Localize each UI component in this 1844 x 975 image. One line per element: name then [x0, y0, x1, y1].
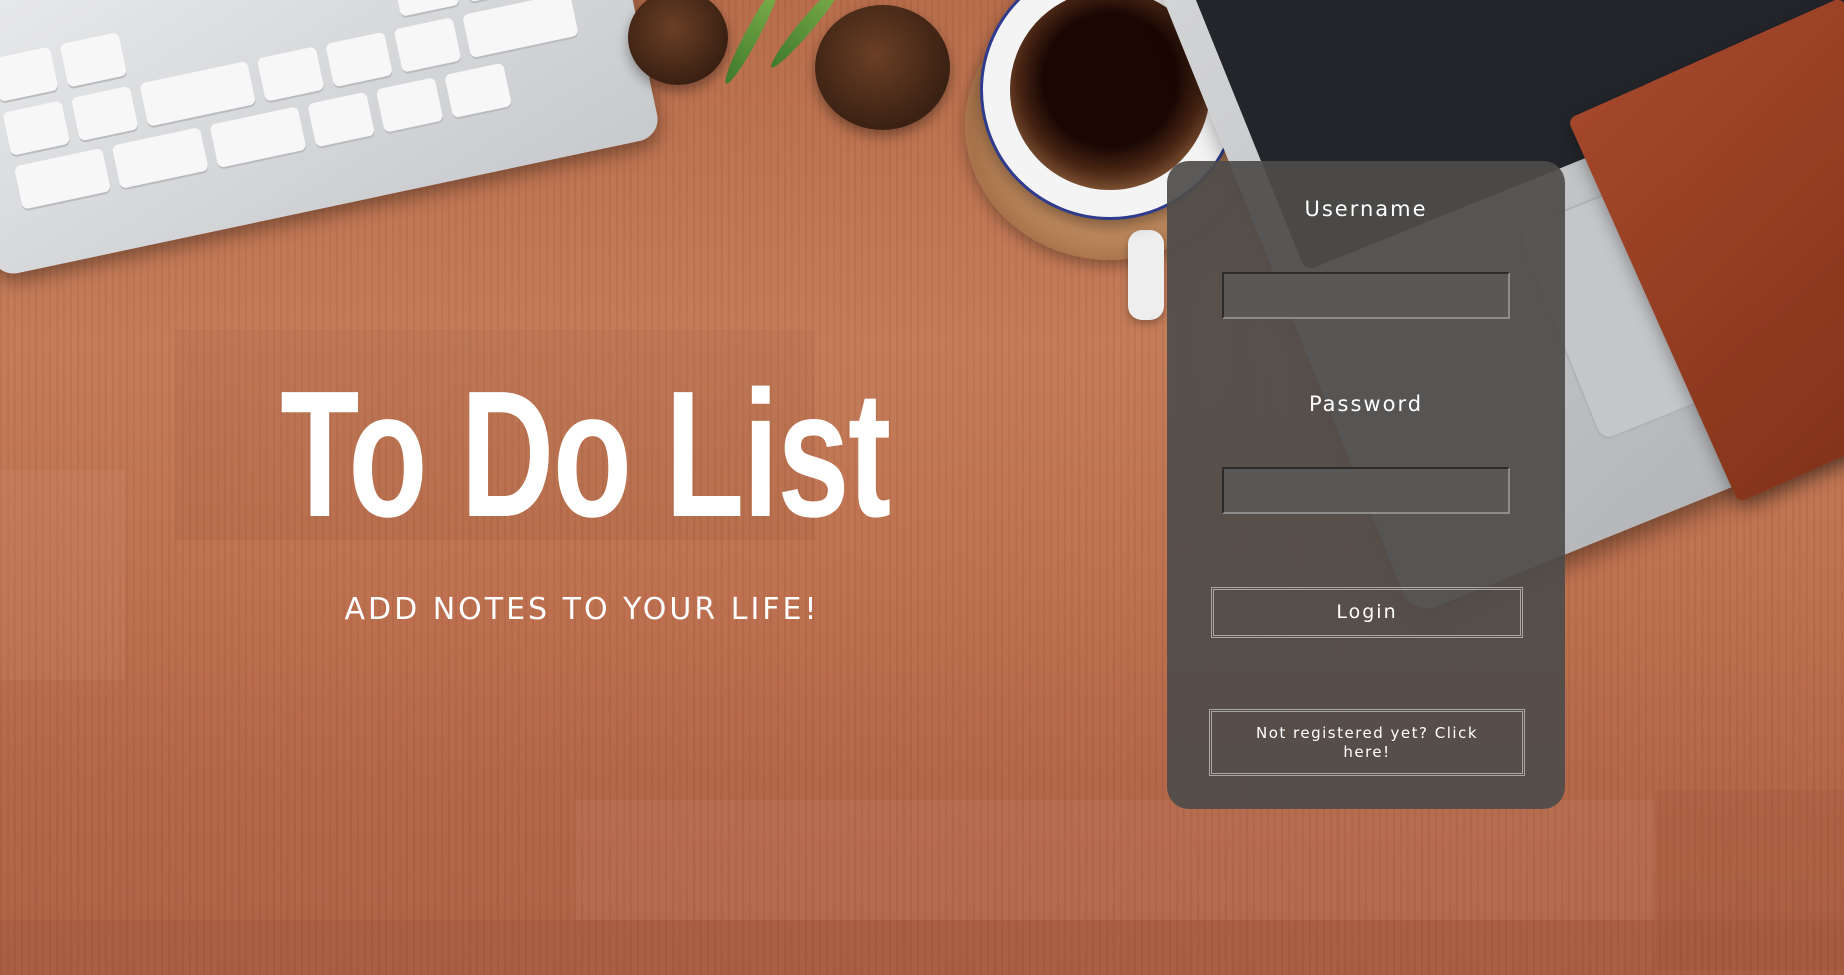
page-title: To Do List — [280, 354, 891, 555]
page-subtitle: ADD NOTES TO YOUR LIFE! — [344, 592, 820, 627]
keyboard-image — [0, 0, 662, 278]
plant-leaf-icon — [719, 0, 785, 87]
username-input[interactable] — [1222, 272, 1510, 319]
desk-plank — [575, 800, 1655, 920]
password-label: Password — [1308, 392, 1424, 416]
pine-cone-icon — [628, 0, 728, 85]
desk-plank — [0, 920, 1844, 975]
cup-handle-image — [1128, 230, 1164, 320]
desk-plank — [0, 470, 125, 680]
pine-cone-icon — [815, 5, 950, 130]
password-input[interactable] — [1222, 467, 1510, 514]
login-button[interactable]: Login — [1211, 587, 1523, 638]
login-panel: Username Password Login Not registered y… — [1167, 161, 1565, 809]
username-label: Username — [1304, 197, 1428, 221]
register-link[interactable]: Not registered yet? Click here! — [1209, 709, 1525, 776]
